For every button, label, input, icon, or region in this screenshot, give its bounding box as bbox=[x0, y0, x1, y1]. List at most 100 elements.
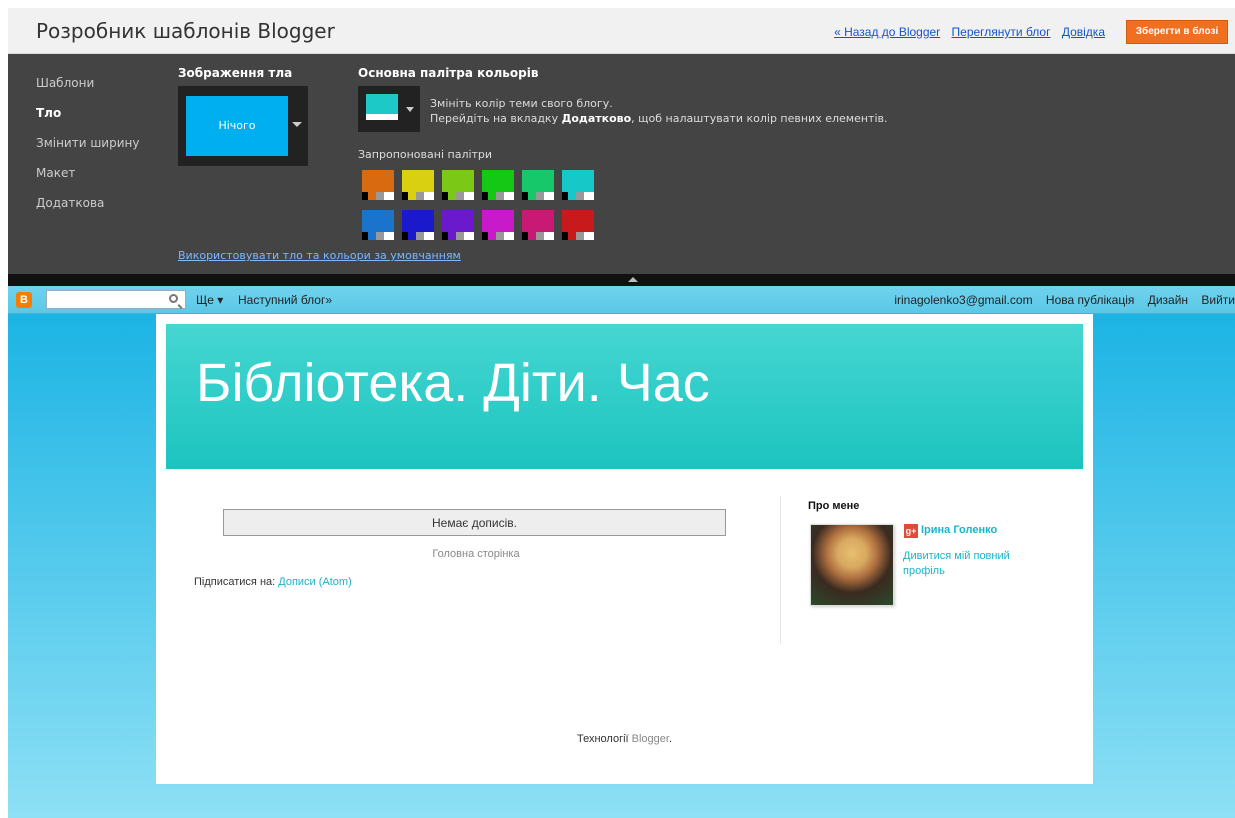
swatch-bar bbox=[562, 192, 594, 200]
swatch-color bbox=[362, 170, 394, 192]
swatch-bar bbox=[402, 232, 434, 240]
collapse-up-icon bbox=[628, 277, 638, 282]
help-link[interactable]: Довідка bbox=[1062, 25, 1105, 39]
powered-dot: . bbox=[668, 733, 673, 745]
swatch-bar bbox=[482, 192, 514, 200]
subscribe-label: Підписатися на: bbox=[194, 576, 279, 588]
profile-photo[interactable] bbox=[810, 524, 894, 606]
save-button[interactable]: Зберегти в блозі bbox=[1126, 20, 1228, 44]
chevron-down-icon bbox=[292, 122, 302, 127]
swatch-bar bbox=[482, 232, 514, 240]
desc-post: , щоб налаштувати колір певних елементів… bbox=[631, 112, 888, 125]
swatch-color bbox=[362, 210, 394, 232]
background-title: Зображення тла bbox=[178, 66, 293, 80]
palette-swatch[interactable] bbox=[402, 210, 434, 240]
palette-swatch[interactable] bbox=[522, 210, 554, 240]
side-nav: Шаблони Тло Змінити ширину Макет Додаткова bbox=[36, 68, 139, 218]
palette-picker[interactable] bbox=[358, 86, 420, 132]
powered-by: Технології Blogger. bbox=[156, 733, 1093, 745]
palette-swatch[interactable] bbox=[522, 170, 554, 200]
swatch-bar bbox=[442, 192, 474, 200]
palette-desc-line2: Перейдіть на вкладку Додатково, щоб нала… bbox=[430, 111, 887, 126]
back-to-blogger-link[interactable]: « Назад до Blogger bbox=[834, 25, 940, 39]
swatch-color bbox=[442, 170, 474, 192]
app-title: Розробник шаблонів Blogger bbox=[36, 19, 335, 43]
swatch-color bbox=[402, 170, 434, 192]
background-value: Нічого bbox=[186, 96, 288, 156]
swatch-color bbox=[522, 170, 554, 192]
author-name-link[interactable]: Ірина Голенко bbox=[921, 524, 997, 536]
blog-page: Бібліотека. Діти. Час Немає дописів. Гол… bbox=[156, 314, 1093, 784]
view-blog-link[interactable]: Переглянути блог bbox=[952, 25, 1051, 39]
sidebar-divider bbox=[780, 496, 781, 644]
side-nav-item[interactable]: Тло bbox=[36, 98, 139, 128]
top-bar: Розробник шаблонів Blogger « Назад до Bl… bbox=[8, 8, 1235, 54]
designer-panel: Шаблони Тло Змінити ширину Макет Додаткова З… bbox=[8, 54, 1235, 274]
swatch-color bbox=[482, 210, 514, 232]
logout-link[interactable]: Вийти bbox=[1201, 293, 1235, 307]
swatch-color bbox=[402, 210, 434, 232]
top-links: « Назад до Blogger Переглянути блог Дові… bbox=[826, 25, 1105, 39]
blog-header: Бібліотека. Діти. Час bbox=[166, 324, 1083, 469]
palette-section: Основна палітра кольорів Змініть колір т… bbox=[358, 66, 1058, 240]
swatch-color bbox=[562, 170, 594, 192]
swatch-color bbox=[522, 210, 554, 232]
next-blog-link[interactable]: Наступний блог» bbox=[238, 293, 332, 307]
blog-title[interactable]: Бібліотека. Діти. Час bbox=[196, 352, 710, 414]
palette-swatch[interactable] bbox=[442, 210, 474, 240]
chevron-down-icon bbox=[406, 107, 414, 112]
palette-sub-swatch bbox=[366, 114, 398, 120]
google-plus-icon: g+ bbox=[904, 524, 918, 538]
palette-swatch[interactable] bbox=[362, 170, 394, 200]
swatch-bar bbox=[562, 232, 594, 240]
panel-collapse-bar[interactable] bbox=[8, 274, 1235, 286]
side-nav-item[interactable]: Змінити ширину bbox=[36, 128, 139, 158]
new-post-link[interactable]: Нова публікація bbox=[1046, 293, 1134, 307]
palette-swatch[interactable] bbox=[482, 210, 514, 240]
desc-pre: Перейдіть на вкладку bbox=[430, 112, 562, 125]
side-nav-item[interactable]: Макет bbox=[36, 158, 139, 188]
suggested-palettes-label: Запропоновані палітри bbox=[358, 148, 493, 161]
blogger-logo-icon[interactable]: B bbox=[16, 292, 32, 308]
swatch-bar bbox=[522, 232, 554, 240]
side-nav-item[interactable]: Додаткова bbox=[36, 188, 139, 218]
swatch-bar bbox=[402, 192, 434, 200]
palette-title: Основна палітра кольорів bbox=[358, 66, 539, 80]
about-me-title: Про мене bbox=[808, 500, 860, 512]
side-nav-item[interactable]: Шаблони bbox=[36, 68, 139, 98]
swatch-bar bbox=[442, 232, 474, 240]
palette-swatch[interactable] bbox=[362, 210, 394, 240]
subscribe-line: Підписатися на: Дописи (Atom) bbox=[194, 576, 352, 588]
desc-bold: Додатково bbox=[561, 112, 632, 125]
palette-main-swatch bbox=[366, 94, 398, 114]
atom-feed-link[interactable]: Дописи (Atom) bbox=[278, 576, 352, 588]
use-defaults-link[interactable]: Використовувати тло та кольори за умовча… bbox=[178, 249, 461, 262]
swatch-bar bbox=[522, 192, 554, 200]
no-posts-message: Немає дописів. bbox=[223, 509, 726, 536]
more-menu[interactable]: Ще ▾ bbox=[196, 293, 223, 307]
search-icon[interactable] bbox=[169, 294, 178, 303]
palette-description: Змініть колір теми свого блогу. Перейдіт… bbox=[430, 96, 887, 126]
search-input[interactable] bbox=[46, 290, 186, 309]
blogger-link[interactable]: Blogger bbox=[632, 733, 669, 745]
swatch-color bbox=[482, 170, 514, 192]
palette-swatch[interactable] bbox=[562, 170, 594, 200]
palette-swatch[interactable] bbox=[562, 210, 594, 240]
background-picker[interactable]: Нічого bbox=[178, 86, 308, 166]
background-section: Зображення тла Нічого bbox=[178, 66, 308, 166]
home-link[interactable]: Головна сторінка bbox=[156, 548, 796, 560]
swatch-color bbox=[442, 210, 474, 232]
palette-swatch[interactable] bbox=[442, 170, 474, 200]
swatch-color bbox=[562, 210, 594, 232]
powered-label: Технології bbox=[576, 733, 632, 745]
user-email[interactable]: irinagolenko3@gmail.com bbox=[894, 293, 1032, 307]
swatch-bar bbox=[362, 232, 394, 240]
navbar-right: irinagolenko3@gmail.com Нова публікація … bbox=[884, 293, 1235, 307]
palette-swatch[interactable] bbox=[402, 170, 434, 200]
full-profile-link[interactable]: Дивитися мій повний профіль bbox=[903, 549, 1053, 579]
palette-swatch[interactable] bbox=[482, 170, 514, 200]
design-link[interactable]: Дизайн bbox=[1148, 293, 1188, 307]
palette-desc-line1: Змініть колір теми свого блогу. bbox=[430, 97, 613, 110]
swatch-bar bbox=[362, 192, 394, 200]
blogger-navbar: B Ще ▾ Наступний блог» irinagolenko3@gma… bbox=[8, 286, 1235, 314]
